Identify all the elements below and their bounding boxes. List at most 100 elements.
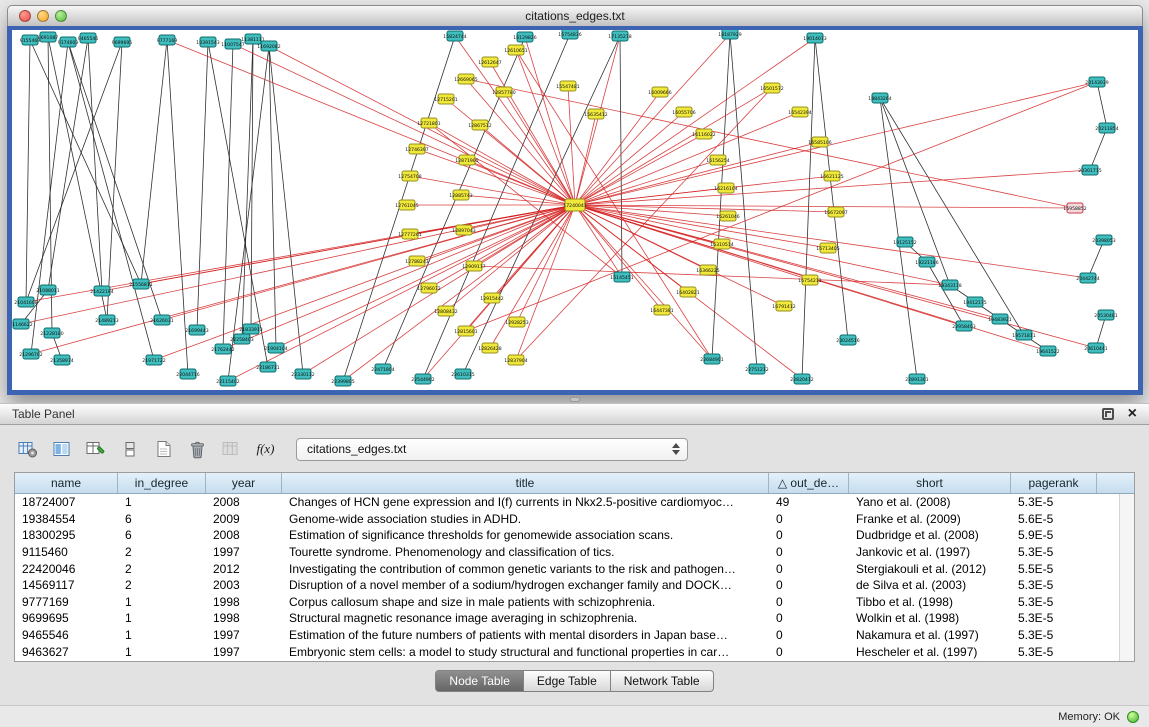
network-graph-canvas[interactable]: 9155469969108791746039465546969969597771… [12, 30, 1138, 390]
graph-node[interactable]: 19412175 [963, 297, 986, 307]
graph-node[interactable]: 21699443 [185, 325, 208, 335]
graph-node[interactable]: 9777169 [157, 35, 178, 45]
graph-node[interactable]: 21904104 [264, 343, 287, 353]
graph-node[interactable]: 21146622 [12, 319, 33, 329]
function-icon[interactable]: f(x) [252, 437, 279, 462]
graph-node[interactable]: 22258403 [230, 334, 253, 344]
graph-node[interactable]: 15958852 [1063, 203, 1086, 213]
graph-node[interactable]: 17240041 [563, 199, 586, 211]
column-header-out_de[interactable]: △ out_de… [769, 473, 849, 493]
zoom-window-button[interactable] [55, 10, 67, 22]
graph-node[interactable]: 22330112 [291, 369, 314, 379]
graph-node[interactable]: 21041608 [14, 297, 37, 307]
graph-node[interactable]: 12867512 [468, 120, 491, 130]
graph-node[interactable]: 12837904 [504, 355, 527, 365]
graph-node[interactable]: 12826428 [478, 343, 501, 353]
graph-node[interactable]: 16791412 [772, 301, 795, 311]
graph-node[interactable]: 15635412 [584, 109, 607, 119]
graph-node[interactable]: 22044716 [176, 369, 199, 379]
graph-node[interactable]: 20398053 [1092, 235, 1115, 245]
graph-node[interactable]: 20610441 [1084, 343, 1107, 353]
graph-node[interactable]: 21626031 [150, 315, 173, 325]
graph-node[interactable]: 12669065 [454, 74, 477, 84]
graph-node[interactable]: 12746397 [405, 144, 428, 154]
graph-node[interactable]: 22471804 [371, 364, 394, 374]
tab-node-table[interactable]: Node Table [435, 670, 524, 692]
tab-network-table[interactable]: Network Table [611, 670, 714, 692]
column-header-pagerank[interactable]: pagerank [1011, 473, 1097, 493]
graph-node[interactable]: 12815601 [454, 326, 477, 336]
column-header-title[interactable]: title [282, 473, 769, 493]
minimize-window-button[interactable] [37, 10, 49, 22]
graph-node[interactable]: 16261046 [716, 211, 739, 221]
graph-node[interactable]: 10391543 [196, 37, 219, 47]
graph-node[interactable]: 16754211 [798, 275, 821, 285]
panel-divider-handle[interactable] [570, 397, 580, 402]
graph-node[interactable]: 16156254 [706, 155, 729, 165]
graph-node[interactable]: 19343178 [938, 280, 961, 290]
table-row[interactable]: 2242004622012Investigating the contribut… [15, 560, 1119, 577]
graph-node[interactable]: 16713405 [816, 243, 839, 253]
graph-node[interactable]: 12721801 [417, 118, 440, 128]
graph-node[interactable]: 16116022 [692, 129, 715, 139]
columns-icon[interactable] [48, 437, 75, 462]
graph-node[interactable]: 16585106 [808, 137, 831, 147]
table-row[interactable]: 1830029562008Estimation of significance … [15, 527, 1119, 544]
graph-node[interactable]: 16310514 [710, 239, 733, 249]
graph-node[interactable]: 18187929 [718, 30, 741, 39]
graph-node[interactable]: 12754708 [398, 171, 421, 181]
graph-node[interactable]: 20301715 [1078, 165, 1101, 175]
graph-node[interactable]: 16402821 [676, 287, 699, 297]
graph-node[interactable]: 12928253 [505, 317, 528, 327]
column-header-in_degree[interactable]: in_degree [118, 473, 206, 493]
graph-node[interactable]: 16621125 [820, 171, 843, 181]
graph-node[interactable]: 12909117 [462, 261, 485, 271]
graph-node[interactable]: 12610651 [504, 45, 527, 55]
graph-node[interactable]: 12857780 [492, 87, 515, 97]
graph-node[interactable]: 16009666 [648, 87, 671, 97]
graph-node[interactable]: 17135278 [608, 31, 631, 41]
graph-node[interactable]: 20143039 [1085, 77, 1108, 87]
close-window-button[interactable] [19, 10, 31, 22]
table-row[interactable]: 1938455462009Genome-wide association stu… [15, 511, 1119, 528]
tab-edge-table[interactable]: Edge Table [524, 670, 611, 692]
float-panel-icon[interactable] [1102, 408, 1114, 420]
graph-node[interactable]: 22751212 [745, 364, 768, 374]
table-row[interactable]: 946554611997Estimation of the future num… [15, 627, 1119, 644]
graph-node[interactable]: 22544902 [411, 374, 434, 384]
graph-node[interactable]: 19483921 [988, 314, 1011, 324]
graph-node[interactable]: 12871905 [455, 155, 478, 165]
graph-node[interactable]: 15824744 [443, 31, 466, 41]
graph-node[interactable]: 21971722 [142, 355, 165, 365]
graph-node[interactable]: 22115402 [216, 376, 239, 386]
table-row[interactable]: 911546021997Tourette syndrome. Phenomeno… [15, 544, 1119, 561]
graph-node[interactable]: 12808432 [434, 306, 457, 316]
table-row[interactable]: 969969511998Structural magnetic resonanc… [15, 610, 1119, 627]
table-row[interactable]: 1456911722003Disruption of a novel membe… [15, 577, 1119, 594]
graph-node[interactable]: 12915442 [480, 293, 503, 303]
graph-node[interactable]: 21556811 [129, 279, 152, 289]
table-row[interactable]: 1872400712008Changes of HCN gene express… [15, 494, 1119, 511]
graph-node[interactable]: 16501572 [760, 83, 783, 93]
graph-node[interactable]: 11692082 [257, 41, 280, 51]
graph-node[interactable]: 22186711 [256, 362, 279, 372]
graph-node[interactable]: 16129826 [513, 32, 536, 42]
graph-node[interactable]: 21422184 [90, 286, 113, 296]
graph-node[interactable]: 9699695 [112, 37, 133, 47]
graph-node[interactable]: 12897043 [452, 225, 475, 235]
graph-node[interactable]: 18843264 [868, 93, 891, 103]
graph-node[interactable]: 20442744 [1076, 273, 1099, 283]
graph-node[interactable]: 9691087 [38, 32, 59, 42]
close-panel-icon[interactable]: × [1128, 406, 1137, 422]
network-window-titlebar[interactable]: citations_edges.txt [7, 5, 1143, 26]
table-settings-icon[interactable] [14, 437, 41, 462]
column-header-short[interactable]: short [849, 473, 1011, 493]
graph-node[interactable]: 16216104 [714, 183, 737, 193]
graph-node[interactable]: 9174603 [58, 37, 79, 47]
graph-node[interactable]: 21489213 [95, 315, 118, 325]
graph-node[interactable]: 16447381 [650, 305, 673, 315]
table-row[interactable]: 946362711997Embryonic stem cells: a mode… [15, 643, 1119, 660]
graph-node[interactable]: 20530481 [1094, 310, 1117, 320]
graph-node[interactable]: 22399805 [331, 376, 354, 386]
graph-node[interactable]: 21296702 [19, 349, 42, 359]
